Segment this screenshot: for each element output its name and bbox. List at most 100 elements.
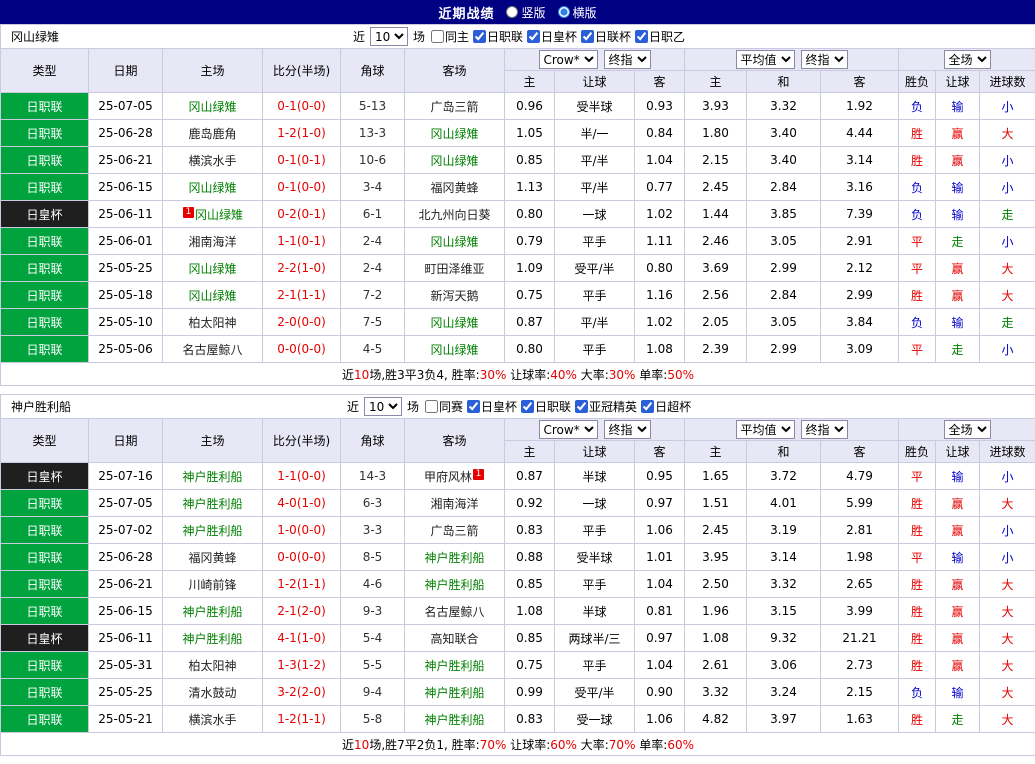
odds-time-select[interactable]: 终指 [604, 50, 651, 69]
home-team-cell[interactable]: 神户胜利船 [163, 490, 263, 517]
scope-select[interactable]: 全场 [944, 420, 991, 439]
away-team-cell[interactable]: 名古屋鲸八 [405, 598, 505, 625]
league-filter-option[interactable]: 日皇杯 [527, 28, 577, 45]
team-name-link[interactable]: 町田泽维亚 [424, 262, 484, 276]
horizontal-radio[interactable] [558, 6, 570, 18]
home-team-cell[interactable]: 1冈山绿雉 [163, 201, 263, 228]
team-name-link[interactable]: 广岛三箭 [430, 524, 478, 538]
team-name-link[interactable]: 冈山绿雉 [188, 289, 236, 303]
team-name-link[interactable]: 神户胜利船 [424, 551, 484, 565]
league-filter-option[interactable]: 日职联 [473, 28, 523, 45]
team-name-link[interactable]: 神户胜利船 [424, 659, 484, 673]
team-name-link[interactable]: 湘南海洋 [188, 235, 236, 249]
league-filter-checkbox[interactable] [473, 30, 486, 43]
layout-option-horizontal[interactable]: 横版 [558, 4, 597, 21]
away-team-cell[interactable]: 町田泽维亚 [405, 255, 505, 282]
league-filter-option[interactable]: 日皇杯 [467, 398, 517, 415]
team-name-link[interactable]: 神户胜利船 [424, 578, 484, 592]
team-name-link[interactable]: 湘南海洋 [430, 497, 478, 511]
team-name-link[interactable]: 神户胜利船 [424, 713, 484, 727]
home-team-cell[interactable]: 柏太阳神 [163, 652, 263, 679]
home-team-cell[interactable]: 横滨水手 [163, 706, 263, 733]
avg-source-select[interactable]: 平均值 [736, 420, 795, 439]
team-name-link[interactable]: 冈山绿雉 [430, 316, 478, 330]
team-name-link[interactable]: 神户胜利船 [182, 470, 242, 484]
recent-count-select[interactable]: 10 [370, 27, 408, 46]
away-team-cell[interactable]: 福冈黄蜂 [405, 174, 505, 201]
team-name-link[interactable]: 冈山绿雉 [188, 181, 236, 195]
away-team-cell[interactable]: 冈山绿雉 [405, 336, 505, 363]
score-cell[interactable]: 1-2(1-1) [263, 571, 341, 598]
team-name-link[interactable]: 广岛三箭 [430, 100, 478, 114]
home-team-cell[interactable]: 冈山绿雉 [163, 174, 263, 201]
league-filter-option[interactable]: 日职乙 [635, 28, 685, 45]
team-name-link[interactable]: 冈山绿雉 [430, 154, 478, 168]
team-name-link[interactable]: 冈山绿雉 [188, 262, 236, 276]
same-filter-checkbox[interactable] [425, 400, 438, 413]
away-team-cell[interactable]: 神户胜利船 [405, 571, 505, 598]
same-filter-checkbox[interactable] [431, 30, 444, 43]
score-cell[interactable]: 2-2(1-0) [263, 255, 341, 282]
team-name-link[interactable]: 冈山绿雉 [430, 235, 478, 249]
team-name-link[interactable]: 鹿岛鹿角 [188, 127, 236, 141]
away-team-cell[interactable]: 高知联合 [405, 625, 505, 652]
league-filter-checkbox[interactable] [575, 400, 588, 413]
league-filter-checkbox[interactable] [635, 30, 648, 43]
home-team-cell[interactable]: 神户胜利船 [163, 625, 263, 652]
home-team-cell[interactable]: 神户胜利船 [163, 517, 263, 544]
same-filter-option[interactable]: 同主 [431, 28, 469, 45]
league-filter-option[interactable]: 日超杯 [641, 398, 691, 415]
team-name-link[interactable]: 神户胜利船 [424, 686, 484, 700]
team-name-link[interactable]: 甲府风林 [424, 470, 472, 484]
odds-source-select[interactable]: Crow* [539, 50, 598, 69]
home-team-cell[interactable]: 神户胜利船 [163, 598, 263, 625]
home-team-cell[interactable]: 清水鼓动 [163, 679, 263, 706]
away-team-cell[interactable]: 新泻天鹅 [405, 282, 505, 309]
score-cell[interactable]: 4-0(1-0) [263, 490, 341, 517]
home-team-cell[interactable]: 福冈黄蜂 [163, 544, 263, 571]
team-name-link[interactable]: 神户胜利船 [182, 632, 242, 646]
score-cell[interactable]: 1-3(1-2) [263, 652, 341, 679]
home-team-cell[interactable]: 湘南海洋 [163, 228, 263, 255]
home-team-cell[interactable]: 名古屋鲸八 [163, 336, 263, 363]
away-team-cell[interactable]: 冈山绿雉 [405, 147, 505, 174]
league-filter-checkbox[interactable] [527, 30, 540, 43]
home-team-cell[interactable]: 柏太阳神 [163, 309, 263, 336]
away-team-cell[interactable]: 广岛三箭 [405, 93, 505, 120]
team-name-link[interactable]: 清水鼓动 [188, 686, 236, 700]
team-name-link[interactable]: 冈山绿雉 [188, 100, 236, 114]
team-name-link[interactable]: 柏太阳神 [188, 316, 236, 330]
away-team-cell[interactable]: 北九州向日葵 [405, 201, 505, 228]
team-name-link[interactable]: 神户胜利船 [182, 497, 242, 511]
score-cell[interactable]: 2-1(2-0) [263, 598, 341, 625]
team-name-link[interactable]: 高知联合 [430, 632, 478, 646]
score-cell[interactable]: 0-2(0-1) [263, 201, 341, 228]
score-cell[interactable]: 3-2(2-0) [263, 679, 341, 706]
score-cell[interactable]: 0-1(0-0) [263, 93, 341, 120]
team-name-link[interactable]: 名古屋鲸八 [182, 343, 242, 357]
home-team-cell[interactable]: 冈山绿雉 [163, 93, 263, 120]
score-cell[interactable]: 0-1(0-0) [263, 174, 341, 201]
away-team-cell[interactable]: 神户胜利船 [405, 544, 505, 571]
home-team-cell[interactable]: 川崎前锋 [163, 571, 263, 598]
team-name-link[interactable]: 冈山绿雉 [430, 343, 478, 357]
layout-option-vertical[interactable]: 竖版 [506, 4, 545, 21]
team-name-link[interactable]: 冈山绿雉 [195, 208, 243, 222]
league-filter-option[interactable]: 亚冠精英 [575, 398, 637, 415]
away-team-cell[interactable]: 广岛三箭 [405, 517, 505, 544]
team-name-link[interactable]: 冈山绿雉 [430, 127, 478, 141]
team-name-link[interactable]: 川崎前锋 [188, 578, 236, 592]
odds-time-select[interactable]: 终指 [604, 420, 651, 439]
home-team-cell[interactable]: 冈山绿雉 [163, 282, 263, 309]
score-cell[interactable]: 0-0(0-0) [263, 336, 341, 363]
avg-time-select[interactable]: 终指 [801, 420, 848, 439]
away-team-cell[interactable]: 冈山绿雉 [405, 120, 505, 147]
away-team-cell[interactable]: 神户胜利船 [405, 652, 505, 679]
team-name-link[interactable]: 名古屋鲸八 [424, 605, 484, 619]
same-filter-option[interactable]: 同赛 [425, 398, 463, 415]
score-cell[interactable]: 0-1(0-1) [263, 147, 341, 174]
team-name-link[interactable]: 福冈黄蜂 [188, 551, 236, 565]
away-team-cell[interactable]: 湘南海洋 [405, 490, 505, 517]
league-filter-option[interactable]: 日职联 [521, 398, 571, 415]
score-cell[interactable]: 0-0(0-0) [263, 544, 341, 571]
